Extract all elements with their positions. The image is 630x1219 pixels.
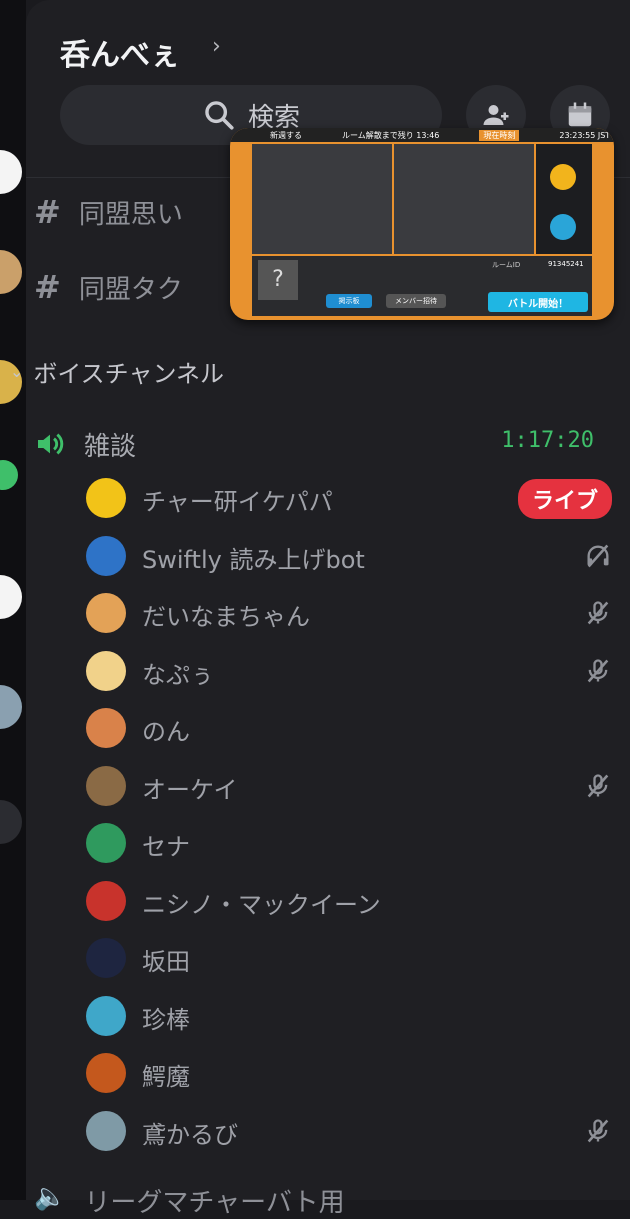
avatar [86, 880, 126, 921]
server-icon[interactable] [0, 460, 18, 490]
calendar-icon [568, 102, 592, 127]
member-name: チャー研イケパパ [142, 488, 333, 516]
stream-header-left: 新週する [270, 130, 302, 140]
avatar [86, 1110, 126, 1151]
server-icon[interactable] [0, 685, 22, 729]
voice-duration: 1:17:20 [501, 428, 594, 453]
avatar [86, 765, 126, 806]
stream-preview[interactable]: 新週する ルーム解散まで残り 13:46 現在時刻 23:23:55 JST ?… [230, 128, 614, 320]
avatar [86, 593, 126, 633]
server-rail [0, 0, 26, 1200]
member-name: Swiftly 読み上げbot [142, 545, 365, 574]
server-icon[interactable] [0, 575, 22, 619]
member-name: オーケイ [142, 775, 238, 804]
voice-channel[interactable]: 雑談 1:17:20 [34, 424, 594, 464]
ocean-icon [550, 214, 576, 240]
avatar [86, 535, 126, 576]
avatar [86, 708, 126, 748]
voice-member[interactable]: 鳶かるび [86, 1109, 626, 1153]
voice-channel-next[interactable]: 🔈 リーグマチャーバト用 [34, 1182, 345, 1219]
stream-time: 23:23:55 JST [559, 130, 611, 140]
member-name: のん [142, 718, 190, 746]
team-select [536, 144, 592, 254]
category-name: ボイスチャンネル [33, 360, 224, 388]
voice-member[interactable]: ニシノ・マックイーン [86, 879, 626, 923]
deafened-icon [584, 542, 612, 570]
avatar [86, 478, 126, 518]
member-name: セナ [142, 833, 190, 861]
party-list [252, 144, 392, 254]
speaker-icon [38, 433, 64, 455]
member-name: 鰐魔 [142, 1063, 190, 1091]
server-icon[interactable] [0, 800, 22, 844]
avatar [86, 995, 126, 1036]
member-name: だいなまちゃん [142, 603, 310, 631]
stream-header-right-label: 現在時刻 [479, 129, 520, 141]
voice-member[interactable]: Swiftly 読み上げbot [86, 534, 626, 578]
stream-controls: ? ルームID 91345241 掲示板 メンバー招待 バトル開始！ [252, 256, 592, 316]
battle-start-button[interactable]: バトル開始！ [488, 292, 588, 312]
member-name: 鳶かるび [142, 1120, 238, 1149]
avatar [86, 823, 126, 863]
channel-name: 同盟思い [78, 199, 183, 230]
add-user-icon [483, 105, 509, 125]
chevron-right-icon[interactable]: › [212, 34, 221, 59]
voice-channel-name: 雑談 [84, 431, 137, 462]
member-name: ニシノ・マックイーン [142, 890, 381, 919]
muted-mic-icon [584, 599, 612, 627]
text-channel-0[interactable]: # 同盟思い [34, 193, 183, 231]
voice-member[interactable]: だいなまちゃん [86, 591, 626, 635]
hash-icon: # [34, 268, 61, 306]
search-icon [205, 101, 234, 130]
voice-member[interactable]: オーケイ [86, 764, 626, 808]
server-icon[interactable] [0, 150, 22, 194]
avatar [86, 1053, 126, 1093]
muted-mic-icon [584, 772, 612, 800]
channel-name: リーグマチャーバト用 [84, 1188, 345, 1218]
invite-button[interactable]: メンバー招待 [386, 294, 446, 308]
server-name[interactable]: 呑んべぇ [60, 30, 180, 74]
hash-icon: # [34, 193, 61, 231]
voice-category[interactable]: ⌄ ボイスチャンネル [10, 354, 224, 389]
avatar [86, 938, 126, 978]
room-id-label: ルームID [492, 261, 521, 269]
stream-header-center: ルーム解散まで残り 13:46 [342, 130, 440, 140]
muted-mic-icon [584, 657, 612, 685]
voice-member[interactable]: チャー研イケパパ ライブ [86, 476, 626, 520]
channel-name: 同盟タク [78, 274, 183, 305]
board-button[interactable]: 掲示板 [326, 294, 372, 308]
room-id: 91345241 [548, 260, 584, 268]
voice-member[interactable]: 珍棒 [86, 994, 626, 1038]
server-icon[interactable] [0, 250, 22, 294]
stream-header: 新週する ルーム解散まで残り 13:46 現在時刻 23:23:55 JST [230, 128, 614, 142]
voice-member[interactable]: なぷぅ [86, 649, 626, 693]
random-icon: ? [258, 260, 298, 300]
member-name: 珍棒 [142, 1005, 190, 1034]
chevron-down-icon: ⌄ [10, 362, 24, 381]
live-badge: ライブ [517, 479, 612, 519]
voice-member[interactable]: セナ [86, 821, 626, 865]
voice-member[interactable]: 坂田 [86, 936, 626, 980]
voice-member[interactable]: のん [86, 706, 626, 750]
sun-icon [550, 164, 576, 190]
speaker-icon: 🔈 [34, 1182, 67, 1212]
avatar [86, 650, 126, 691]
text-channel-1[interactable]: # 同盟タク [34, 268, 183, 306]
member-name: なぷぅ [142, 660, 214, 689]
member-name: 坂田 [142, 948, 190, 976]
voice-member[interactable]: 鰐魔 [86, 1051, 626, 1095]
muted-mic-icon [584, 1117, 612, 1145]
party-list [394, 144, 534, 254]
